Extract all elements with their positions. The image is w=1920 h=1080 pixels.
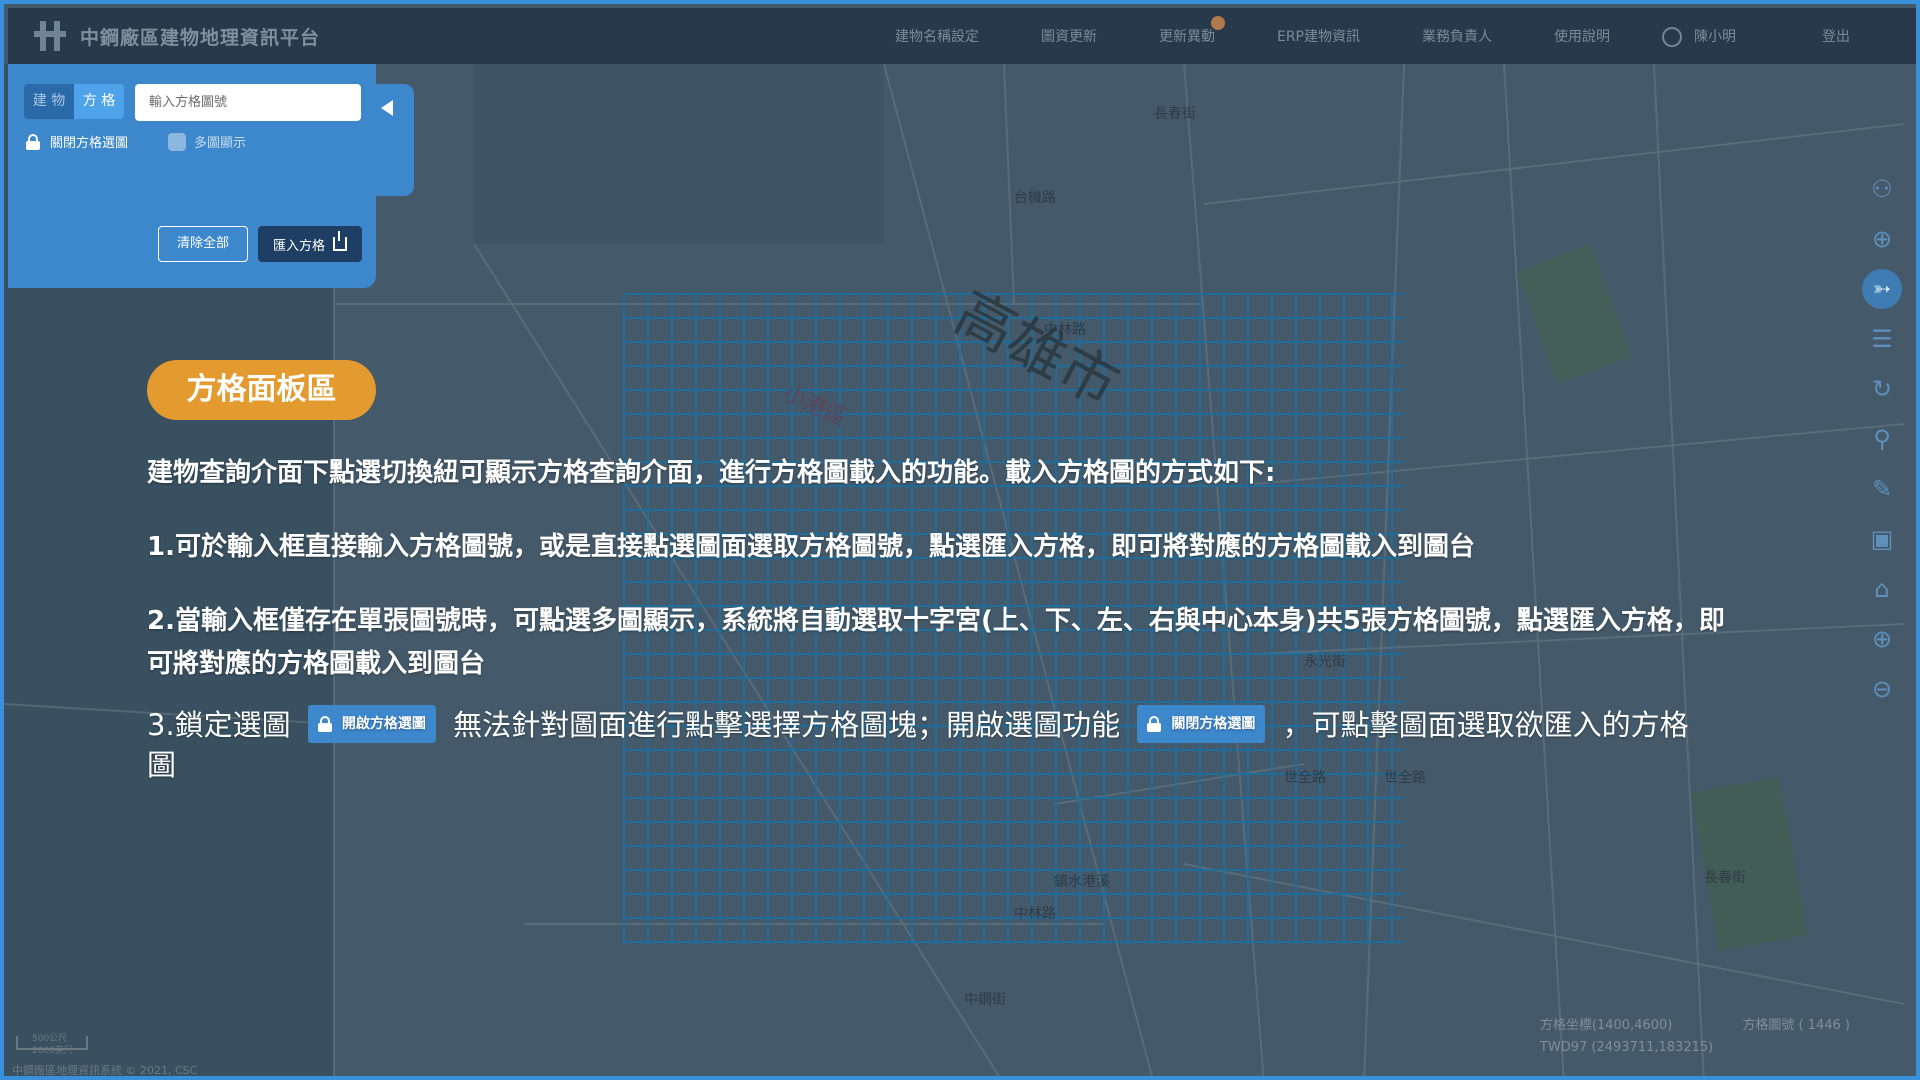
nav-item-change-log[interactable]: 更新異動 <box>1158 16 1225 46</box>
grid-coordinate: 方格坐標(1400,4600) <box>1539 1018 1673 1033</box>
scale-labels: 500公尺 2000英尺 <box>32 1033 73 1057</box>
logout-link[interactable]: 登出 <box>1822 26 1850 46</box>
step3-prefix: 3.鎖定選圖 <box>147 708 291 742</box>
logo-icon <box>34 19 68 53</box>
step3-middle: 無法針對圖面進行點擊選擇方格圖塊；開啟選圖功能 <box>453 708 1121 742</box>
map-street-label: 長春街 <box>1704 870 1746 886</box>
zoom-out-icon[interactable]: ⊖ <box>1860 664 1904 714</box>
nav-menu: 建物名稱設定 圖資更新 更新異動 ERP建物資訊 業務負責人 使用說明 陳小明 … <box>895 8 1916 64</box>
user-menu[interactable]: 陳小明 <box>1662 26 1736 47</box>
multi-display-checkbox[interactable] <box>168 132 186 151</box>
multi-display-option[interactable]: 多圖顯示 <box>168 132 246 151</box>
nav-item-map-update[interactable]: 圖資更新 <box>1041 26 1097 46</box>
rotate-icon[interactable]: ↻ <box>1860 364 1904 414</box>
tutorial-step-2: 2.當輸入框僅存在單張圖號時，可點選多圖顯示，系統將自動選取十字宮(上、下、左、… <box>147 606 1725 679</box>
compass-icon[interactable]: ➳ <box>1860 264 1904 314</box>
person-pin-icon[interactable]: ⚇ <box>1860 164 1904 214</box>
map-street-label: 長春街 <box>1154 106 1196 122</box>
nav-item-change-log-label: 更新異動 <box>1158 29 1215 45</box>
tutorial-step-3: 3.鎖定選圖 開啟方格選圖 無法針對圖面進行點擊選擇方格圖塊；開啟選圖功能 關閉… <box>147 705 1707 784</box>
nav-item-help[interactable]: 使用說明 <box>1554 26 1610 46</box>
scale-label-feet: 2000英尺 <box>32 1046 73 1056</box>
nav-item-erp[interactable]: ERP建物資訊 <box>1277 26 1360 46</box>
screenshot-icon[interactable]: ▣ <box>1860 514 1904 564</box>
ruler-icon[interactable]: ✎ <box>1860 464 1904 514</box>
tutorial-step-1: 1.可於輸入框直接輸入方格圖號，或是直接點選圖面選取方格圖號，點選匯入方格，即可… <box>147 532 1475 562</box>
notification-badge <box>1210 16 1225 30</box>
map-street-label: 中鋼街 <box>964 992 1006 1008</box>
unlock-icon <box>26 133 40 150</box>
copyright-text: 中鋼廠區地理資訊系統 © 2021, CSC <box>12 1064 198 1077</box>
map-street-label: 鎮水港溪 <box>1054 874 1110 890</box>
grid-number-input[interactable] <box>135 84 361 121</box>
layers-icon[interactable]: ☰ <box>1860 314 1904 364</box>
lock-icon <box>317 716 332 732</box>
import-icon <box>333 231 347 251</box>
app-frame: 中林路 永光街 世全路 世全路 鎮水港溪 中鋼街 中林路 長春街 台機路 長春街 高雄市 小港區 … <box>0 0 1920 1080</box>
grid-select-lock-toggle[interactable]: 關閉方格選圖 <box>26 132 128 151</box>
import-grid-label: 匯入方格 <box>272 238 325 254</box>
map-street-label: 台機路 <box>1014 190 1056 206</box>
clear-all-button[interactable]: 清除全部 <box>158 226 248 262</box>
home-icon[interactable]: ⌂ <box>1860 564 1904 614</box>
zoom-in-icon[interactable]: ⊕ <box>1860 614 1904 664</box>
grid-number-readout: 方格圖號 ( 1446 ) <box>1742 1018 1850 1033</box>
top-navbar: 中鋼廠區建物地理資訊平台 建物名稱設定 圖資更新 更新異動 ERP建物資訊 業務… <box>8 8 1916 64</box>
nav-item-building-name[interactable]: 建物名稱設定 <box>895 26 979 46</box>
close-grid-select-button-sample: 關閉方格選圖 <box>1137 705 1266 743</box>
close-grid-select-label: 關閉方格選圖 <box>1171 716 1256 732</box>
search-icon[interactable]: ⚲ <box>1860 414 1904 464</box>
user-icon <box>1662 26 1682 47</box>
twd97-coordinate: TWD97 (2493711,183215) <box>1539 1040 1714 1055</box>
coordinate-readout: 方格坐標(1400,4600) 方格圖號 ( 1446 ) TWD97 (2493… <box>1540 1015 1850 1059</box>
map-toolbar: ⚇ ⊕ ➳ ☰ ↻ ⚲ ✎ ▣ ⌂ ⊕ ⊖ <box>1860 164 1904 714</box>
collapse-arrow-icon[interactable] <box>381 100 393 116</box>
nav-item-owner[interactable]: 業務負責人 <box>1422 26 1492 46</box>
toggle-building[interactable]: 建 物 <box>24 84 74 119</box>
user-name: 陳小明 <box>1694 28 1736 45</box>
unlock-icon <box>1147 716 1162 732</box>
open-grid-select-button-sample: 開啟方格選圖 <box>307 705 436 743</box>
tutorial-intro: 建物查詢介面下點選切換紐可顯示方格查詢介面，進行方格圖載入的功能。載入方格圖的方… <box>147 458 1276 488</box>
scale-label-meters: 500公尺 <box>32 1034 68 1044</box>
map-street-label: 中林路 <box>1014 906 1056 922</box>
grid-panel: 建 物 方 格 關閉方格選圖 多圖顯示 清除全部 匯入方格 <box>8 64 376 288</box>
toggle-grid[interactable]: 方 格 <box>74 84 124 119</box>
open-grid-select-label: 開啟方格選圖 <box>341 716 426 732</box>
section-tag: 方格面板區 <box>147 360 376 420</box>
multi-display-label: 多圖顯示 <box>194 136 247 151</box>
locate-icon[interactable]: ⊕ <box>1860 214 1904 264</box>
lock-label: 關閉方格選圖 <box>50 136 129 151</box>
mode-toggle: 建 物 方 格 <box>24 84 124 119</box>
app-title: 中鋼廠區建物地理資訊平台 <box>80 26 321 49</box>
import-grid-button[interactable]: 匯入方格 <box>258 226 362 262</box>
